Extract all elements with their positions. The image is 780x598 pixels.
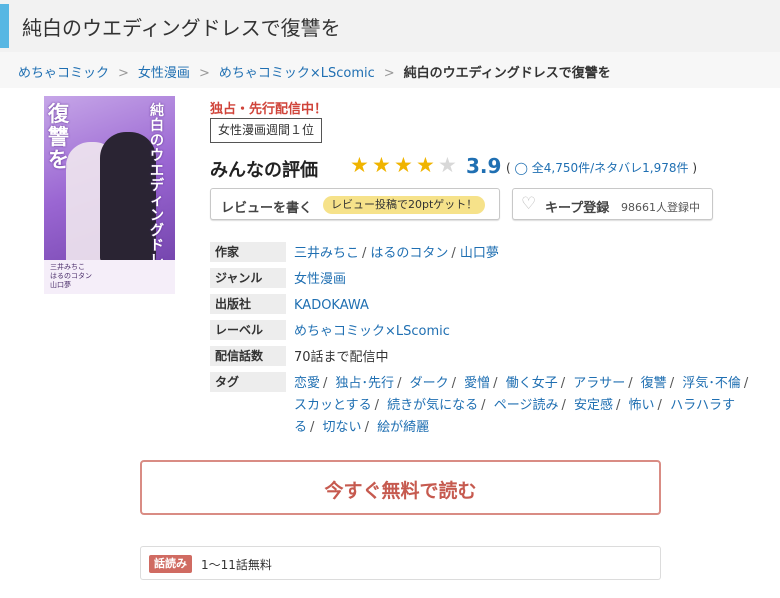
breadcrumb-separator: > bbox=[383, 66, 395, 81]
tag-link[interactable]: ダーク bbox=[410, 376, 449, 391]
read-free-now-label: 今すぐ無料で読む bbox=[324, 480, 477, 502]
genre-link[interactable]: 女性漫画 bbox=[294, 272, 346, 287]
review-count-link[interactable]: ◯ 全4,750件/ネタバレ1,978件 bbox=[515, 161, 689, 175]
tag-link[interactable]: 復讐 bbox=[641, 376, 667, 391]
tag-link[interactable]: 浮気･不倫 bbox=[682, 376, 741, 391]
star-icon: ★ bbox=[372, 153, 391, 177]
cover-title-left: 復讐を bbox=[48, 101, 69, 172]
tag-link[interactable]: 安定感 bbox=[574, 398, 613, 413]
breadcrumb: めちゃコミック > 女性漫画 > めちゃコミック×LScomic > 純白のウエディングドレ… bbox=[0, 52, 780, 88]
rank-badge: 女性漫画週間１位 bbox=[210, 118, 323, 143]
tag-link[interactable]: 働く女子 bbox=[506, 376, 558, 391]
read-free-now-button[interactable]: 今すぐ無料で読む bbox=[140, 460, 661, 515]
tag-link[interactable]: 絵が綺麗 bbox=[377, 420, 429, 435]
free-type-badge: 話読み bbox=[149, 555, 192, 573]
cover-groom-figure bbox=[100, 132, 156, 262]
breadcrumb-link-mechacomic[interactable]: めちゃコミック bbox=[18, 66, 109, 81]
publisher-link[interactable]: KADOKAWA bbox=[294, 298, 369, 313]
review-counts: ( ◯ 全4,750件/ネタバレ1,978件 ) bbox=[506, 161, 698, 175]
tag-link[interactable]: アラサー bbox=[573, 376, 625, 391]
tag-link[interactable]: 切ない bbox=[323, 420, 362, 435]
write-review-button[interactable]: レビューを書く レビュー投稿で20ptゲット！ bbox=[210, 188, 500, 220]
detail-key: レーベル bbox=[210, 320, 286, 340]
tag-link[interactable]: 続きが気になる bbox=[387, 398, 478, 413]
detail-key: 出版社 bbox=[210, 294, 286, 314]
breadcrumb-link-label[interactable]: めちゃコミック×LScomic bbox=[219, 66, 375, 81]
free-episodes-text: 1〜11話無料 bbox=[201, 558, 272, 572]
keep-label: キープ登録 bbox=[545, 201, 610, 216]
rating-score: 3.9 bbox=[466, 154, 502, 178]
title-accent-bar bbox=[0, 4, 9, 48]
tag-link[interactable]: 恋愛 bbox=[294, 376, 320, 391]
label-link[interactable]: めちゃコミック×LScomic bbox=[294, 324, 450, 339]
main-content: 純白のウエディングドレスで 復讐を 三井みちこ はるのコタン 山口夢 独占・先行… bbox=[6, 88, 774, 598]
star-icon: ★ bbox=[394, 153, 413, 177]
detail-key: 配信話数 bbox=[210, 346, 286, 366]
star-icon: ★ bbox=[438, 153, 457, 177]
tag-link[interactable]: ページ読み bbox=[494, 398, 559, 413]
heart-icon: ♡ bbox=[521, 194, 537, 214]
exclusive-label: 独占・先行配信中！ bbox=[210, 102, 328, 117]
breadcrumb-current: 純白のウエディングドレスで復讐を bbox=[403, 66, 611, 81]
cover-image[interactable]: 純白のウエディングドレスで 復讐を 三井みちこ はるのコタン 山口夢 bbox=[44, 96, 175, 294]
tag-link[interactable]: 愛憎 bbox=[464, 376, 490, 391]
title-bar: 純白のウエディングドレスで復讐を bbox=[0, 0, 780, 52]
star-icon: ★ bbox=[350, 153, 369, 177]
tag-link[interactable]: スカッとする bbox=[294, 398, 372, 413]
breadcrumb-separator: > bbox=[198, 66, 210, 81]
tag-list: 恋愛 / 独占･先行 / ダーク / 愛憎 / 働く女子 / アラサー / 復讐 / 浮気･不… bbox=[294, 376, 749, 435]
tag-link[interactable]: 怖い bbox=[629, 398, 655, 413]
keep-count: 98661人登録中 bbox=[621, 201, 700, 214]
detail-key: タグ bbox=[210, 372, 286, 392]
cover-credits: 三井みちこ はるのコタン 山口夢 bbox=[44, 260, 175, 294]
keep-button[interactable]: ♡ キープ登録 98661人登録中 bbox=[512, 188, 713, 220]
write-review-label: レビューを書く bbox=[221, 201, 313, 216]
star-icon: ★ bbox=[416, 153, 435, 177]
breadcrumb-separator: > bbox=[118, 66, 129, 81]
author-link[interactable]: 山口夢 bbox=[460, 246, 499, 261]
rating-stars: ★ ★ ★ ★ ★ bbox=[350, 153, 460, 177]
page-title: 純白のウエディングドレスで復讐を bbox=[22, 16, 341, 40]
episodes-value: 70話まで配信中 bbox=[294, 350, 389, 365]
detail-key: 作家 bbox=[210, 242, 286, 262]
review-promo-badge: レビュー投稿で20ptゲット！ bbox=[323, 196, 486, 214]
tag-link[interactable]: 独占･先行 bbox=[336, 376, 395, 391]
rating-title: みんなの評価 bbox=[210, 160, 318, 181]
free-episodes-box: 話読み 1〜11話無料 bbox=[140, 546, 661, 580]
detail-key: ジャンル bbox=[210, 268, 286, 288]
breadcrumb-link-josei[interactable]: 女性漫画 bbox=[138, 66, 190, 81]
author-link[interactable]: 三井みちこ bbox=[294, 246, 359, 261]
author-link[interactable]: はるのコタン bbox=[370, 246, 448, 261]
